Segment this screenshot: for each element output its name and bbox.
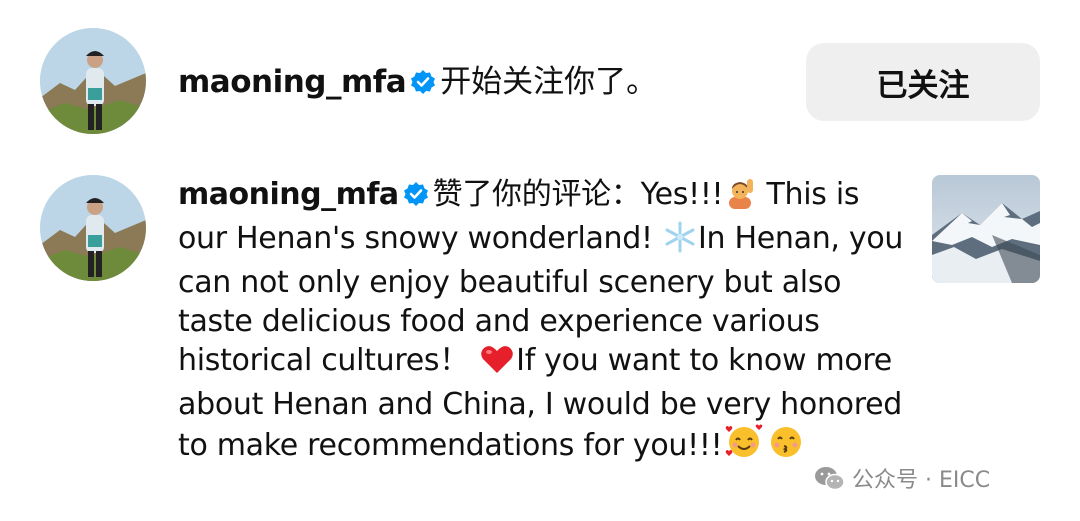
wechat-icon bbox=[814, 465, 846, 499]
follow-message: maoning_mfa 开始关注你了。 bbox=[178, 62, 657, 105]
avatar[interactable] bbox=[40, 175, 146, 281]
username[interactable]: maoning_mfa bbox=[178, 64, 407, 100]
comment-action-text: 赞了你的评论： bbox=[432, 177, 641, 212]
snowflake-emoji bbox=[664, 221, 696, 263]
comment-text-part-1: Yes!!! bbox=[640, 177, 724, 212]
verified-badge-icon bbox=[403, 178, 429, 217]
kissing-face-with-smiling-eyes-emoji bbox=[768, 424, 804, 470]
snowy-mountain-image bbox=[932, 175, 1040, 283]
verified-badge-icon bbox=[410, 65, 436, 105]
smiling-face-with-hearts-emoji bbox=[724, 424, 764, 470]
red-heart-emoji bbox=[480, 343, 514, 385]
avatar-image bbox=[40, 28, 146, 134]
username[interactable]: maoning_mfa bbox=[178, 177, 399, 212]
post-thumbnail[interactable] bbox=[932, 175, 1040, 283]
watermark: 公众号 · EICC bbox=[814, 462, 990, 499]
following-button[interactable]: 已关注 bbox=[806, 43, 1040, 121]
person-raising-hand-emoji bbox=[725, 177, 755, 219]
avatar[interactable] bbox=[40, 28, 146, 134]
notification-follow[interactable]: maoning_mfa 开始关注你了。 已关注 bbox=[0, 0, 1080, 160]
comment-like-message: maoning_mfa 赞了你的评论：Yes!!! This is our Hen… bbox=[178, 175, 908, 470]
follow-action-text: 开始关注你了。 bbox=[440, 64, 658, 100]
avatar-image bbox=[40, 175, 146, 281]
watermark-text: 公众号 · EICC bbox=[852, 468, 991, 493]
